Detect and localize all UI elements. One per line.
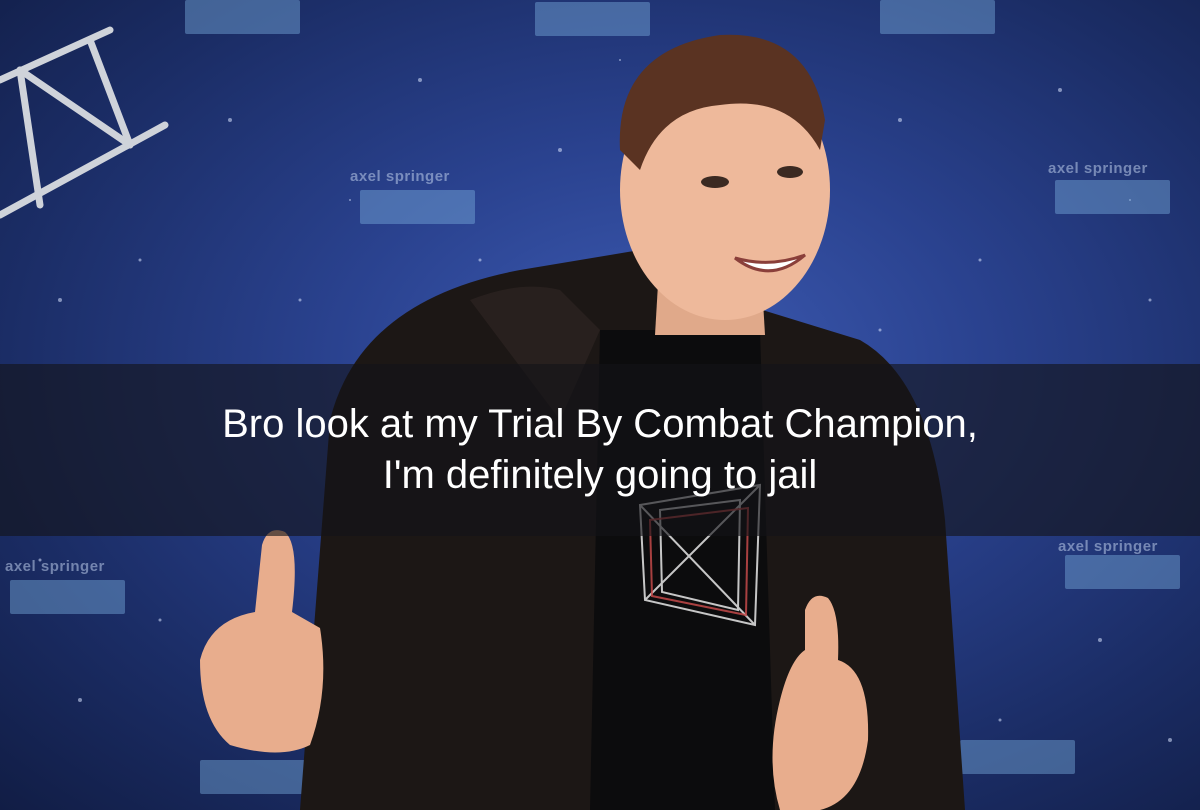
meme-image: axel springer axel springer axel springe… xyxy=(0,0,1200,810)
meme-caption: Bro look at my Trial By Combat Champion,… xyxy=(222,402,978,497)
thumbs-up-icon xyxy=(200,530,324,753)
caption-band: Bro look at my Trial By Combat Champion,… xyxy=(0,364,1200,536)
